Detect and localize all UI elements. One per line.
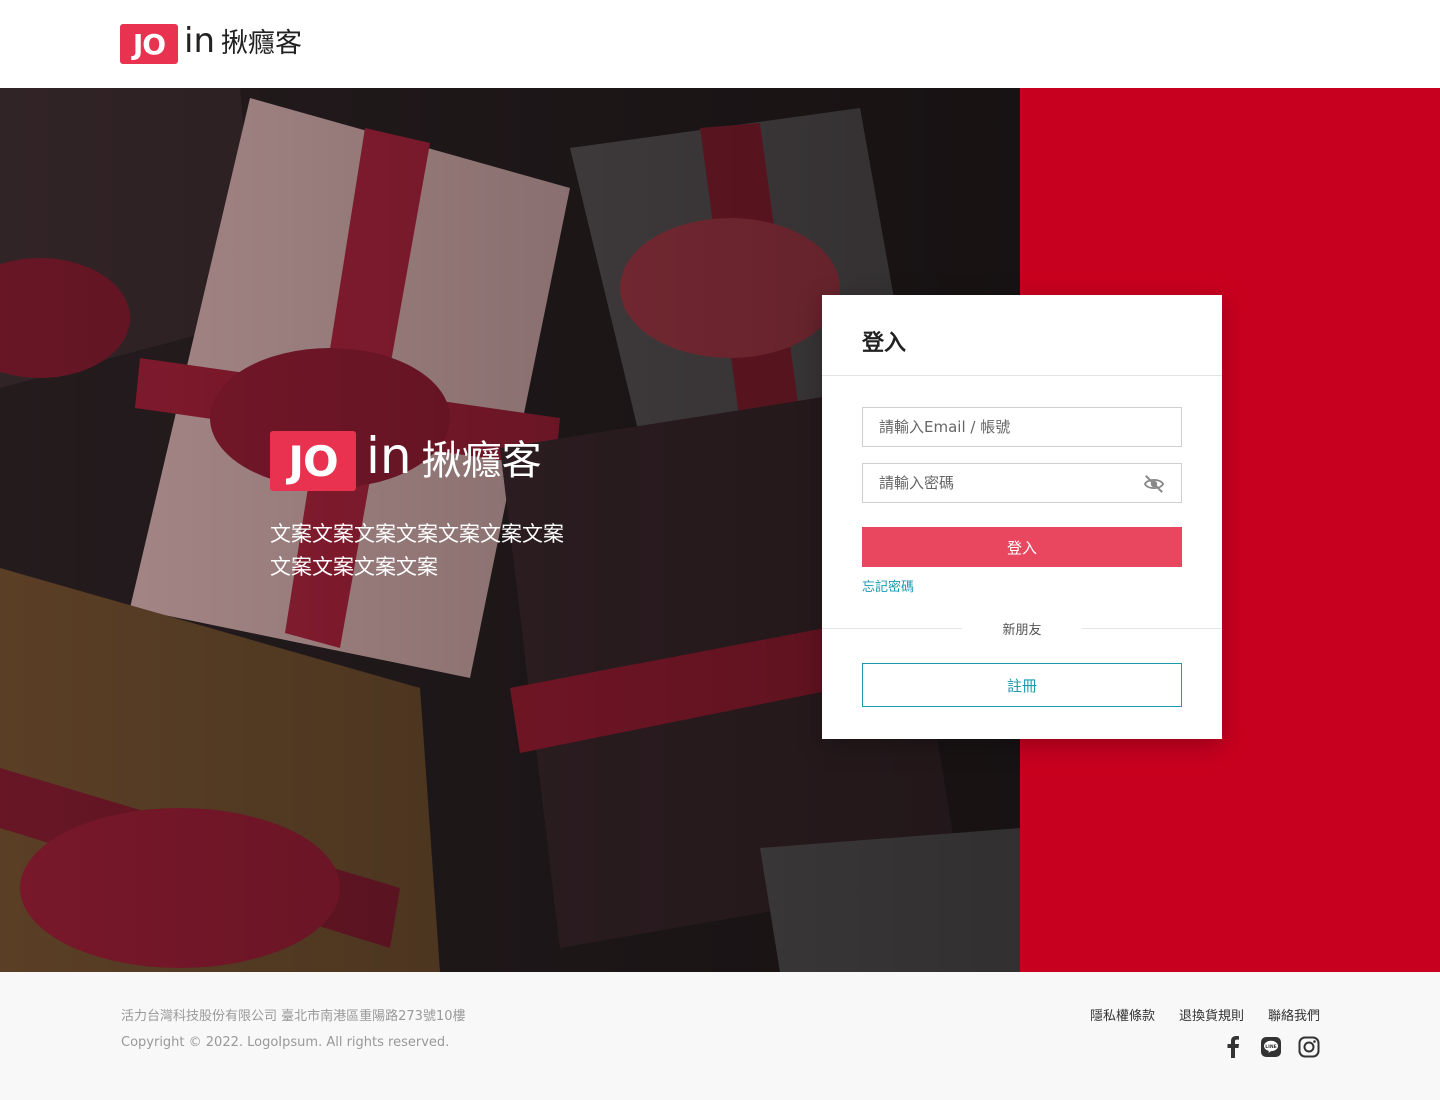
hero-logo-in-text: in: [366, 427, 412, 485]
login-submit-button[interactable]: 登入: [862, 527, 1182, 567]
password-field: [862, 463, 1182, 503]
line-icon[interactable]: LINE: [1260, 1036, 1282, 1058]
footer-copyright: Copyright © 2022. LogoIpsum. All rights …: [121, 1035, 450, 1050]
hero-logo: JO in 揪癮客: [270, 427, 542, 491]
facebook-icon[interactable]: [1222, 1036, 1244, 1058]
card-divider: [822, 375, 1222, 376]
logo-jo-mark: JO: [120, 24, 178, 64]
email-field: [862, 407, 1182, 447]
new-user-separator: 新朋友: [1002, 623, 1042, 638]
eye-off-icon[interactable]: [1143, 474, 1165, 494]
password-input[interactable]: [863, 464, 1181, 502]
login-title: 登入: [862, 331, 907, 356]
logo-in-text: in: [184, 21, 215, 61]
site-footer: 活力台灣科技股份有限公司 臺北市南港區重陽路273號10樓 Copyright …: [0, 972, 1440, 1100]
hero-tagline: 文案文案文案文案文案文案文案文案文案文案文案: [270, 522, 564, 579]
register-button[interactable]: 註冊: [862, 663, 1182, 707]
separator-line-right: [1082, 628, 1222, 629]
site-header: JO in 揪癮客: [0, 0, 1440, 88]
hero-brand: JO in 揪癮客: [270, 427, 542, 491]
forgot-password-link[interactable]: 忘記密碼: [862, 576, 914, 595]
privacy-policy-link[interactable]: 隱私權條款: [1090, 1005, 1155, 1024]
footer-company-info: 活力台灣科技股份有限公司 臺北市南港區重陽路273號10樓: [121, 1009, 466, 1024]
footer-social: LINE: [1222, 1036, 1320, 1058]
separator-line-left: [822, 628, 962, 629]
login-card: 登入 登入 忘記密碼 新朋友 註冊: [822, 295, 1222, 739]
hero-logo-chinese-text: 揪癮客: [421, 438, 542, 484]
contact-us-link[interactable]: 聯絡我們: [1268, 1005, 1320, 1024]
hero-logo-jo-mark: JO: [270, 431, 356, 491]
brand-logo[interactable]: JO in 揪癮客: [120, 21, 302, 64]
hero-section: JO in 揪癮客 文案文案文案文案文案文案文案文案文案文案文案: [0, 88, 1440, 972]
logo-chinese-text: 揪癮客: [221, 28, 302, 59]
return-policy-link[interactable]: 退換貨規則: [1179, 1005, 1244, 1024]
instagram-icon[interactable]: [1298, 1036, 1320, 1058]
email-input[interactable]: [863, 408, 1181, 446]
svg-text:LINE: LINE: [1265, 1044, 1276, 1050]
footer-links: 隱私權條款 退換貨規則 聯絡我們: [1090, 1005, 1320, 1024]
